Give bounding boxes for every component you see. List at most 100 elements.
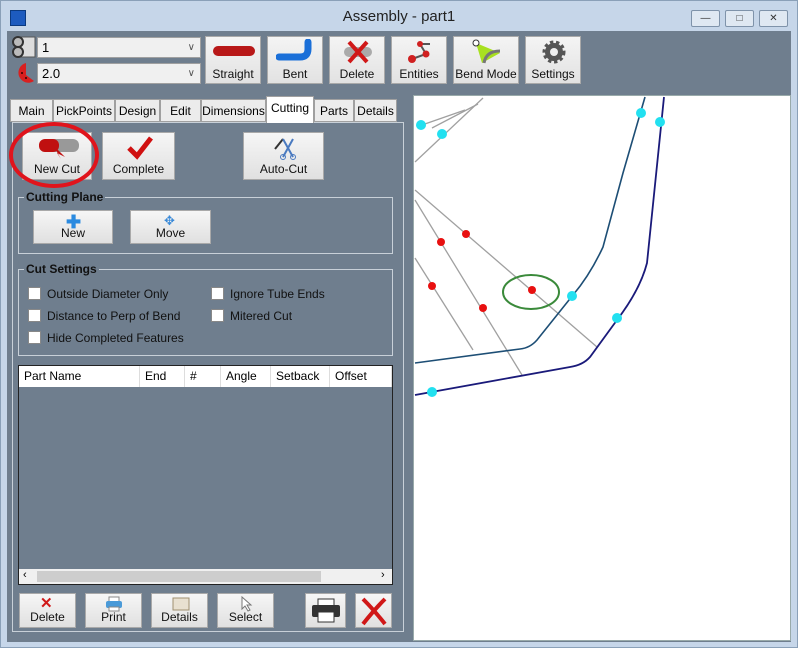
new-plane-button[interactable]: ✚ New	[33, 210, 113, 244]
ignore-tube-ends-checkbox[interactable]	[211, 287, 224, 300]
construction-line	[414, 257, 474, 351]
tab-dimensions[interactable]: Dimensions	[201, 99, 266, 122]
bend-mode-button[interactable]: Bend Mode	[453, 36, 519, 84]
button-label: Auto-Cut	[259, 162, 308, 176]
cyan-point[interactable]	[416, 120, 426, 130]
close-panel-button[interactable]	[355, 593, 392, 628]
minimize-button[interactable]: —	[691, 10, 720, 27]
construction-line	[414, 97, 484, 163]
button-label: Print	[101, 610, 126, 624]
cyan-point[interactable]	[427, 387, 437, 397]
highlight-circle-annotation	[9, 122, 99, 188]
details-button[interactable]: Details	[151, 593, 208, 628]
outside-diameter-label: Outside Diameter Only	[47, 287, 169, 301]
button-label: Straight	[212, 67, 254, 81]
button-label: Bent	[282, 67, 308, 81]
column-part-name[interactable]: Part Name	[19, 366, 140, 387]
button-label: Details	[161, 610, 198, 624]
straight-tube-icon	[213, 46, 255, 56]
scrollbar-thumb[interactable]	[37, 571, 321, 582]
radius-select[interactable]: 2.0 ∨	[37, 63, 201, 84]
restore-button[interactable]: □	[725, 10, 754, 27]
cyan-point[interactable]	[636, 108, 646, 118]
button-label: Delete	[339, 67, 375, 81]
move-plane-button[interactable]: ✥ Move	[130, 210, 211, 244]
column-angle[interactable]: Angle	[221, 366, 271, 387]
close-button[interactable]: ✕	[759, 10, 788, 27]
magic-scissors-icon	[274, 138, 296, 160]
cyan-point[interactable]	[567, 291, 577, 301]
close-x-icon	[361, 597, 387, 626]
distance-perp-label: Distance to Perp of Bend	[47, 309, 181, 323]
tab-pickpoints[interactable]: PickPoints	[53, 99, 115, 122]
button-label: New	[60, 226, 85, 240]
assembly-view[interactable]	[413, 95, 791, 641]
button-label: Select	[228, 610, 263, 624]
gear-icon	[542, 40, 566, 64]
column-end[interactable]: End	[140, 366, 185, 387]
bent-tube-icon	[276, 39, 312, 61]
chevron-down-icon: ∨	[187, 42, 195, 53]
horizontal-scrollbar[interactable]: ‹ ›	[19, 569, 392, 584]
button-label: Bend Mode	[455, 67, 517, 81]
cyan-point[interactable]	[437, 129, 447, 139]
distance-perp-checkbox[interactable]	[28, 309, 41, 322]
delete-button[interactable]: Delete	[329, 36, 385, 84]
red-point[interactable]	[428, 282, 436, 290]
button-label: Entities	[399, 67, 439, 81]
red-point[interactable]	[479, 304, 487, 312]
cyan-point[interactable]	[655, 117, 665, 127]
red-point[interactable]	[437, 238, 445, 246]
print-button[interactable]: Print	[85, 593, 142, 628]
tube-inner-edge	[414, 96, 646, 364]
tab-details[interactable]: Details	[354, 99, 397, 122]
scroll-left-icon[interactable]: ‹	[23, 569, 27, 581]
print-large-button[interactable]	[305, 593, 346, 628]
cyan-point[interactable]	[612, 313, 622, 323]
delete-tube-icon	[344, 40, 372, 64]
tab-edit[interactable]: Edit	[160, 99, 201, 122]
tube-select[interactable]: 1 ∨	[37, 37, 201, 58]
cut-settings-title: Cut Settings	[24, 262, 99, 276]
column-setback[interactable]: Setback	[271, 366, 330, 387]
scroll-right-icon[interactable]: ›	[381, 569, 385, 581]
straight-button[interactable]: Straight	[205, 36, 261, 84]
tab-design[interactable]: Design	[115, 99, 160, 122]
tube-outer-edge	[414, 96, 665, 396]
tab-cutting[interactable]: Cutting	[266, 96, 314, 123]
checkmark-icon	[127, 136, 153, 160]
complete-button[interactable]: Complete	[102, 132, 175, 180]
auto-cut-button[interactable]: Auto-Cut	[243, 132, 324, 180]
outside-diameter-checkbox[interactable]	[28, 287, 41, 300]
button-label: Settings	[531, 67, 575, 81]
cuts-table: Part Name End # Angle Setback Offset ‹ ›	[18, 365, 393, 585]
red-point[interactable]	[528, 286, 536, 294]
hide-completed-checkbox[interactable]	[28, 331, 41, 344]
button-label: Move	[155, 226, 186, 240]
radius-icon	[18, 63, 34, 83]
bend-mode-icon	[472, 39, 501, 64]
select-button[interactable]: Select	[217, 593, 274, 628]
tab-parts[interactable]: Parts	[314, 99, 354, 122]
button-label: Delete	[30, 610, 65, 624]
mitered-cut-label: Mitered Cut	[230, 309, 293, 323]
tube-icon	[12, 36, 36, 58]
construction-line	[414, 189, 598, 348]
tab-main[interactable]: Main	[10, 99, 53, 122]
delete-cut-button[interactable]: ✕ Delete	[19, 593, 76, 628]
column-number[interactable]: #	[185, 366, 221, 387]
bent-button[interactable]: Bent	[267, 36, 323, 84]
entities-button[interactable]: Entities	[391, 36, 447, 84]
settings-button[interactable]: Settings	[525, 36, 581, 84]
radius-select-value: 2.0	[42, 66, 61, 81]
construction-line	[421, 109, 466, 126]
printer-icon	[312, 598, 340, 623]
chevron-down-icon: ∨	[187, 68, 195, 79]
column-offset[interactable]: Offset	[330, 366, 392, 387]
red-point[interactable]	[462, 230, 470, 238]
details-image-icon	[172, 597, 190, 611]
ignore-tube-ends-label: Ignore Tube Ends	[230, 287, 325, 301]
mitered-cut-checkbox[interactable]	[211, 309, 224, 322]
button-label: Complete	[112, 162, 165, 176]
hide-completed-label: Hide Completed Features	[47, 331, 184, 345]
